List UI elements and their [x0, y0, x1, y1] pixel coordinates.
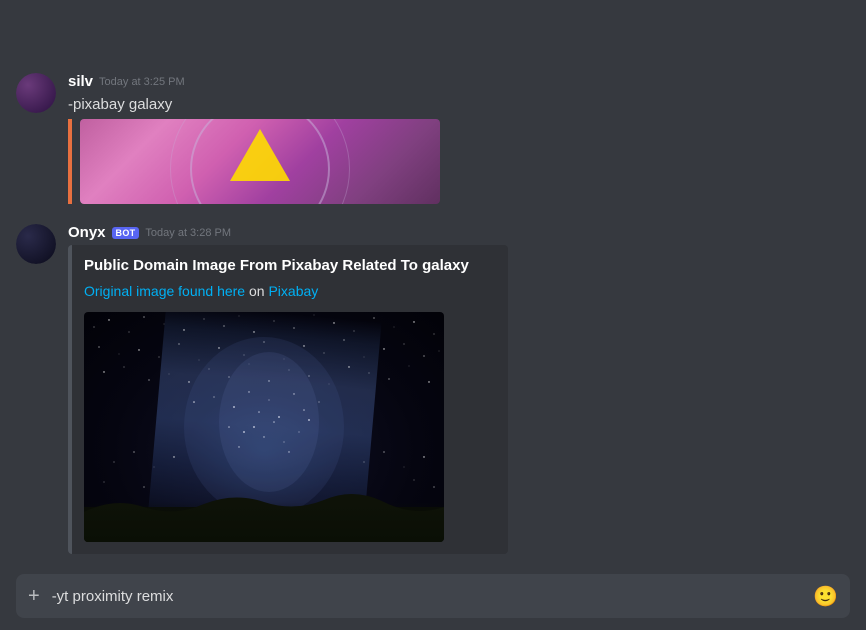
embed-image-container	[84, 312, 492, 542]
embed-link-pixabay[interactable]: Pixabay	[268, 283, 318, 299]
avatar-silv	[16, 73, 56, 113]
message-group-onyx: Onyx BOT Today at 3:28 PM Public Domain …	[16, 220, 850, 562]
embed-description: Original image found here on Pixabay	[84, 282, 492, 302]
message-group-silv: silv Today at 3:25 PM -pixabay galaxy	[16, 63, 850, 220]
bot-badge: BOT	[112, 227, 140, 239]
emoji-button[interactable]: 🙂	[813, 584, 838, 609]
timestamp-silv: Today at 3:25 PM	[99, 76, 185, 88]
embed-link-original[interactable]: Original image found here	[84, 283, 245, 299]
galaxy-image	[84, 312, 444, 542]
previous-embed	[68, 119, 850, 204]
message-header-silv: silv Today at 3:25 PM	[68, 73, 850, 90]
embed-title: Public Domain Image From Pixabay Related…	[84, 257, 492, 274]
avatar-onyx	[16, 224, 56, 264]
embed-onyx: Public Domain Image From Pixabay Related…	[68, 245, 508, 554]
message-header-onyx: Onyx BOT Today at 3:28 PM	[68, 224, 850, 241]
username-onyx: Onyx	[68, 224, 106, 241]
message-content-onyx: Onyx BOT Today at 3:28 PM Public Domain …	[68, 224, 850, 554]
input-bar[interactable]: + 🙂	[16, 574, 850, 618]
chat-input[interactable]	[52, 588, 801, 605]
add-button[interactable]: +	[28, 585, 40, 608]
previous-image	[80, 119, 440, 204]
embed-on-text: on	[249, 283, 265, 299]
chat-area: silv Today at 3:25 PM -pixabay galaxy	[0, 0, 866, 562]
message-content-silv: silv Today at 3:25 PM -pixabay galaxy	[68, 73, 850, 212]
message-text-silv: -pixabay galaxy	[68, 94, 850, 115]
username-silv: silv	[68, 73, 93, 90]
timestamp-onyx: Today at 3:28 PM	[145, 227, 231, 239]
